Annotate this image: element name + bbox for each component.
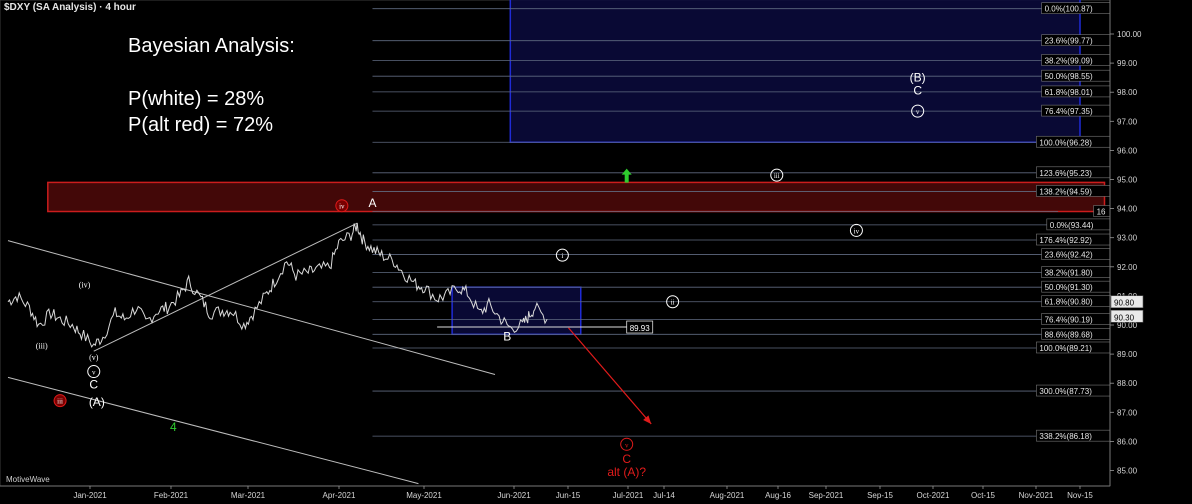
fib-label: 138.2%(94.59) <box>1039 187 1092 196</box>
wave-label: B <box>503 330 511 344</box>
x-tick-label: Jan-2021 <box>73 491 107 500</box>
fib-label: 0.0%(100.87) <box>1045 5 1093 14</box>
wave-label: alt (A)? <box>607 465 646 479</box>
wave-label: (iv) <box>79 280 91 289</box>
wave-label: C <box>89 378 98 392</box>
probability-white: P(white) = 28% <box>128 88 265 110</box>
fib-label: 76.4%(97.35) <box>1045 107 1093 116</box>
y-tick-label: 100.00 <box>1117 30 1142 39</box>
wave-label: (A) <box>89 395 105 409</box>
wave-label: (iii) <box>36 341 48 350</box>
fib-label: 338.2%(86.18) <box>1039 432 1092 441</box>
fib-label: 100.0%(96.28) <box>1039 138 1092 147</box>
wave-label: v <box>625 441 629 449</box>
y-tick-label: 92.00 <box>1117 263 1138 272</box>
x-tick-label: Aug-2021 <box>710 491 745 500</box>
wave-label: iv <box>854 227 860 235</box>
y-tick-label: 89.00 <box>1117 350 1138 359</box>
x-axis: Jan-2021 Feb-2021 Mar-2021 Apr-2021 May-2021… <box>0 485 1110 500</box>
wave-label: i <box>561 252 563 260</box>
fib-label: 23.6%(99.77) <box>1045 37 1093 46</box>
y-tick-label: 87.00 <box>1117 408 1138 417</box>
x-tick-label: May-2021 <box>406 491 442 500</box>
x-tick-label: Sep-15 <box>867 491 893 500</box>
probability-alt-red: P(alt red) = 72% <box>128 114 274 136</box>
y-tick-label: 94.00 <box>1117 205 1138 214</box>
x-tick-label: Feb-2021 <box>154 491 189 500</box>
wave-label: A <box>368 196 376 210</box>
y-tick-label: 97.00 <box>1117 117 1138 126</box>
x-tick-label: Jun-2021 <box>497 491 531 500</box>
brand-watermark: MotiveWave <box>6 475 50 484</box>
wave-label: (B) <box>910 71 926 85</box>
fib-label: 88.6%(89.68) <box>1045 330 1093 339</box>
fib-label: 100.0%(89.21) <box>1039 344 1092 353</box>
x-tick-label: Jun-15 <box>556 491 581 500</box>
y-tick-label: 88.00 <box>1117 379 1138 388</box>
price-chart: 0.0%(100.87) 23.6%(99.77) 38.2%(99.09) 50.0… <box>0 0 1144 500</box>
zone-red <box>47 181 1106 213</box>
fib-label: 76.4%(90.19) <box>1045 315 1093 324</box>
wave-label: v <box>916 108 920 116</box>
wave-label: ii <box>671 299 675 307</box>
fib-label: 61.8%(98.01) <box>1045 88 1093 97</box>
chart-title: $DXY (SA Analysis) · 4 hour <box>4 2 136 13</box>
wave-label: C <box>622 452 631 466</box>
fib-label: 16 <box>1097 208 1106 217</box>
wave-label: (v) <box>89 353 99 362</box>
y-tick-label: 85.00 <box>1117 467 1138 476</box>
fib-label: 123.6%(95.23) <box>1039 169 1092 178</box>
fib-label: 50.0%(98.55) <box>1045 72 1093 81</box>
fib-label: 38.2%(91.80) <box>1045 269 1093 278</box>
x-tick-label: Nov-15 <box>1067 491 1093 500</box>
fib-label: 61.8%(90.80) <box>1045 298 1093 307</box>
x-tick-label: Jul-14 <box>653 491 675 500</box>
bayesian-heading: Bayesian Analysis: <box>128 35 295 57</box>
y-tick-label: 98.00 <box>1117 88 1138 97</box>
y-tick-label: 96.00 <box>1117 146 1138 155</box>
y-axis: 100.00 99.00 98.00 97.00 96.00 95.00 94.00 93.0… <box>1109 0 1144 486</box>
zone-blue-top <box>509 0 1081 144</box>
price-marker-label: 90.30 <box>1114 313 1135 322</box>
fib-label: 0.0%(93.44) <box>1050 221 1094 230</box>
wave-label: C <box>913 84 922 98</box>
wave-label: iii <box>57 398 63 406</box>
y-tick-label: 99.00 <box>1117 59 1138 68</box>
fib-label: 176.4%(92.92) <box>1039 236 1092 245</box>
y-tick-label: 86.00 <box>1117 437 1138 446</box>
x-tick-label: Jul-2021 <box>613 491 644 500</box>
fib-label: 50.0%(91.30) <box>1045 283 1093 292</box>
price-marker-label: 90.80 <box>1114 299 1135 308</box>
wave-label: v <box>92 369 96 377</box>
x-tick-label: Nov-2021 <box>1019 491 1054 500</box>
x-tick-label: Mar-2021 <box>231 491 266 500</box>
wave-label: iii <box>774 172 780 180</box>
chart-root: 0.0%(100.87) 23.6%(99.77) 38.2%(99.09) 50.0… <box>0 0 1192 504</box>
fib-label: 23.6%(92.42) <box>1045 251 1093 260</box>
x-tick-label: Aug-16 <box>765 491 791 500</box>
wave-label: 4 <box>170 420 177 434</box>
y-tick-label: 93.00 <box>1117 234 1138 243</box>
fib-label: 300.0%(87.73) <box>1039 387 1092 396</box>
wave-label: iv <box>339 203 345 211</box>
x-tick-label: Sep-2021 <box>809 491 844 500</box>
y-tick-label: 95.00 <box>1117 176 1138 185</box>
x-tick-label: Oct-15 <box>971 491 996 500</box>
x-tick-label: Oct-2021 <box>917 491 950 500</box>
x-tick-label: Apr-2021 <box>323 491 356 500</box>
callout-label: 89.93 <box>630 324 651 333</box>
fib-label: 38.2%(99.09) <box>1045 56 1093 65</box>
